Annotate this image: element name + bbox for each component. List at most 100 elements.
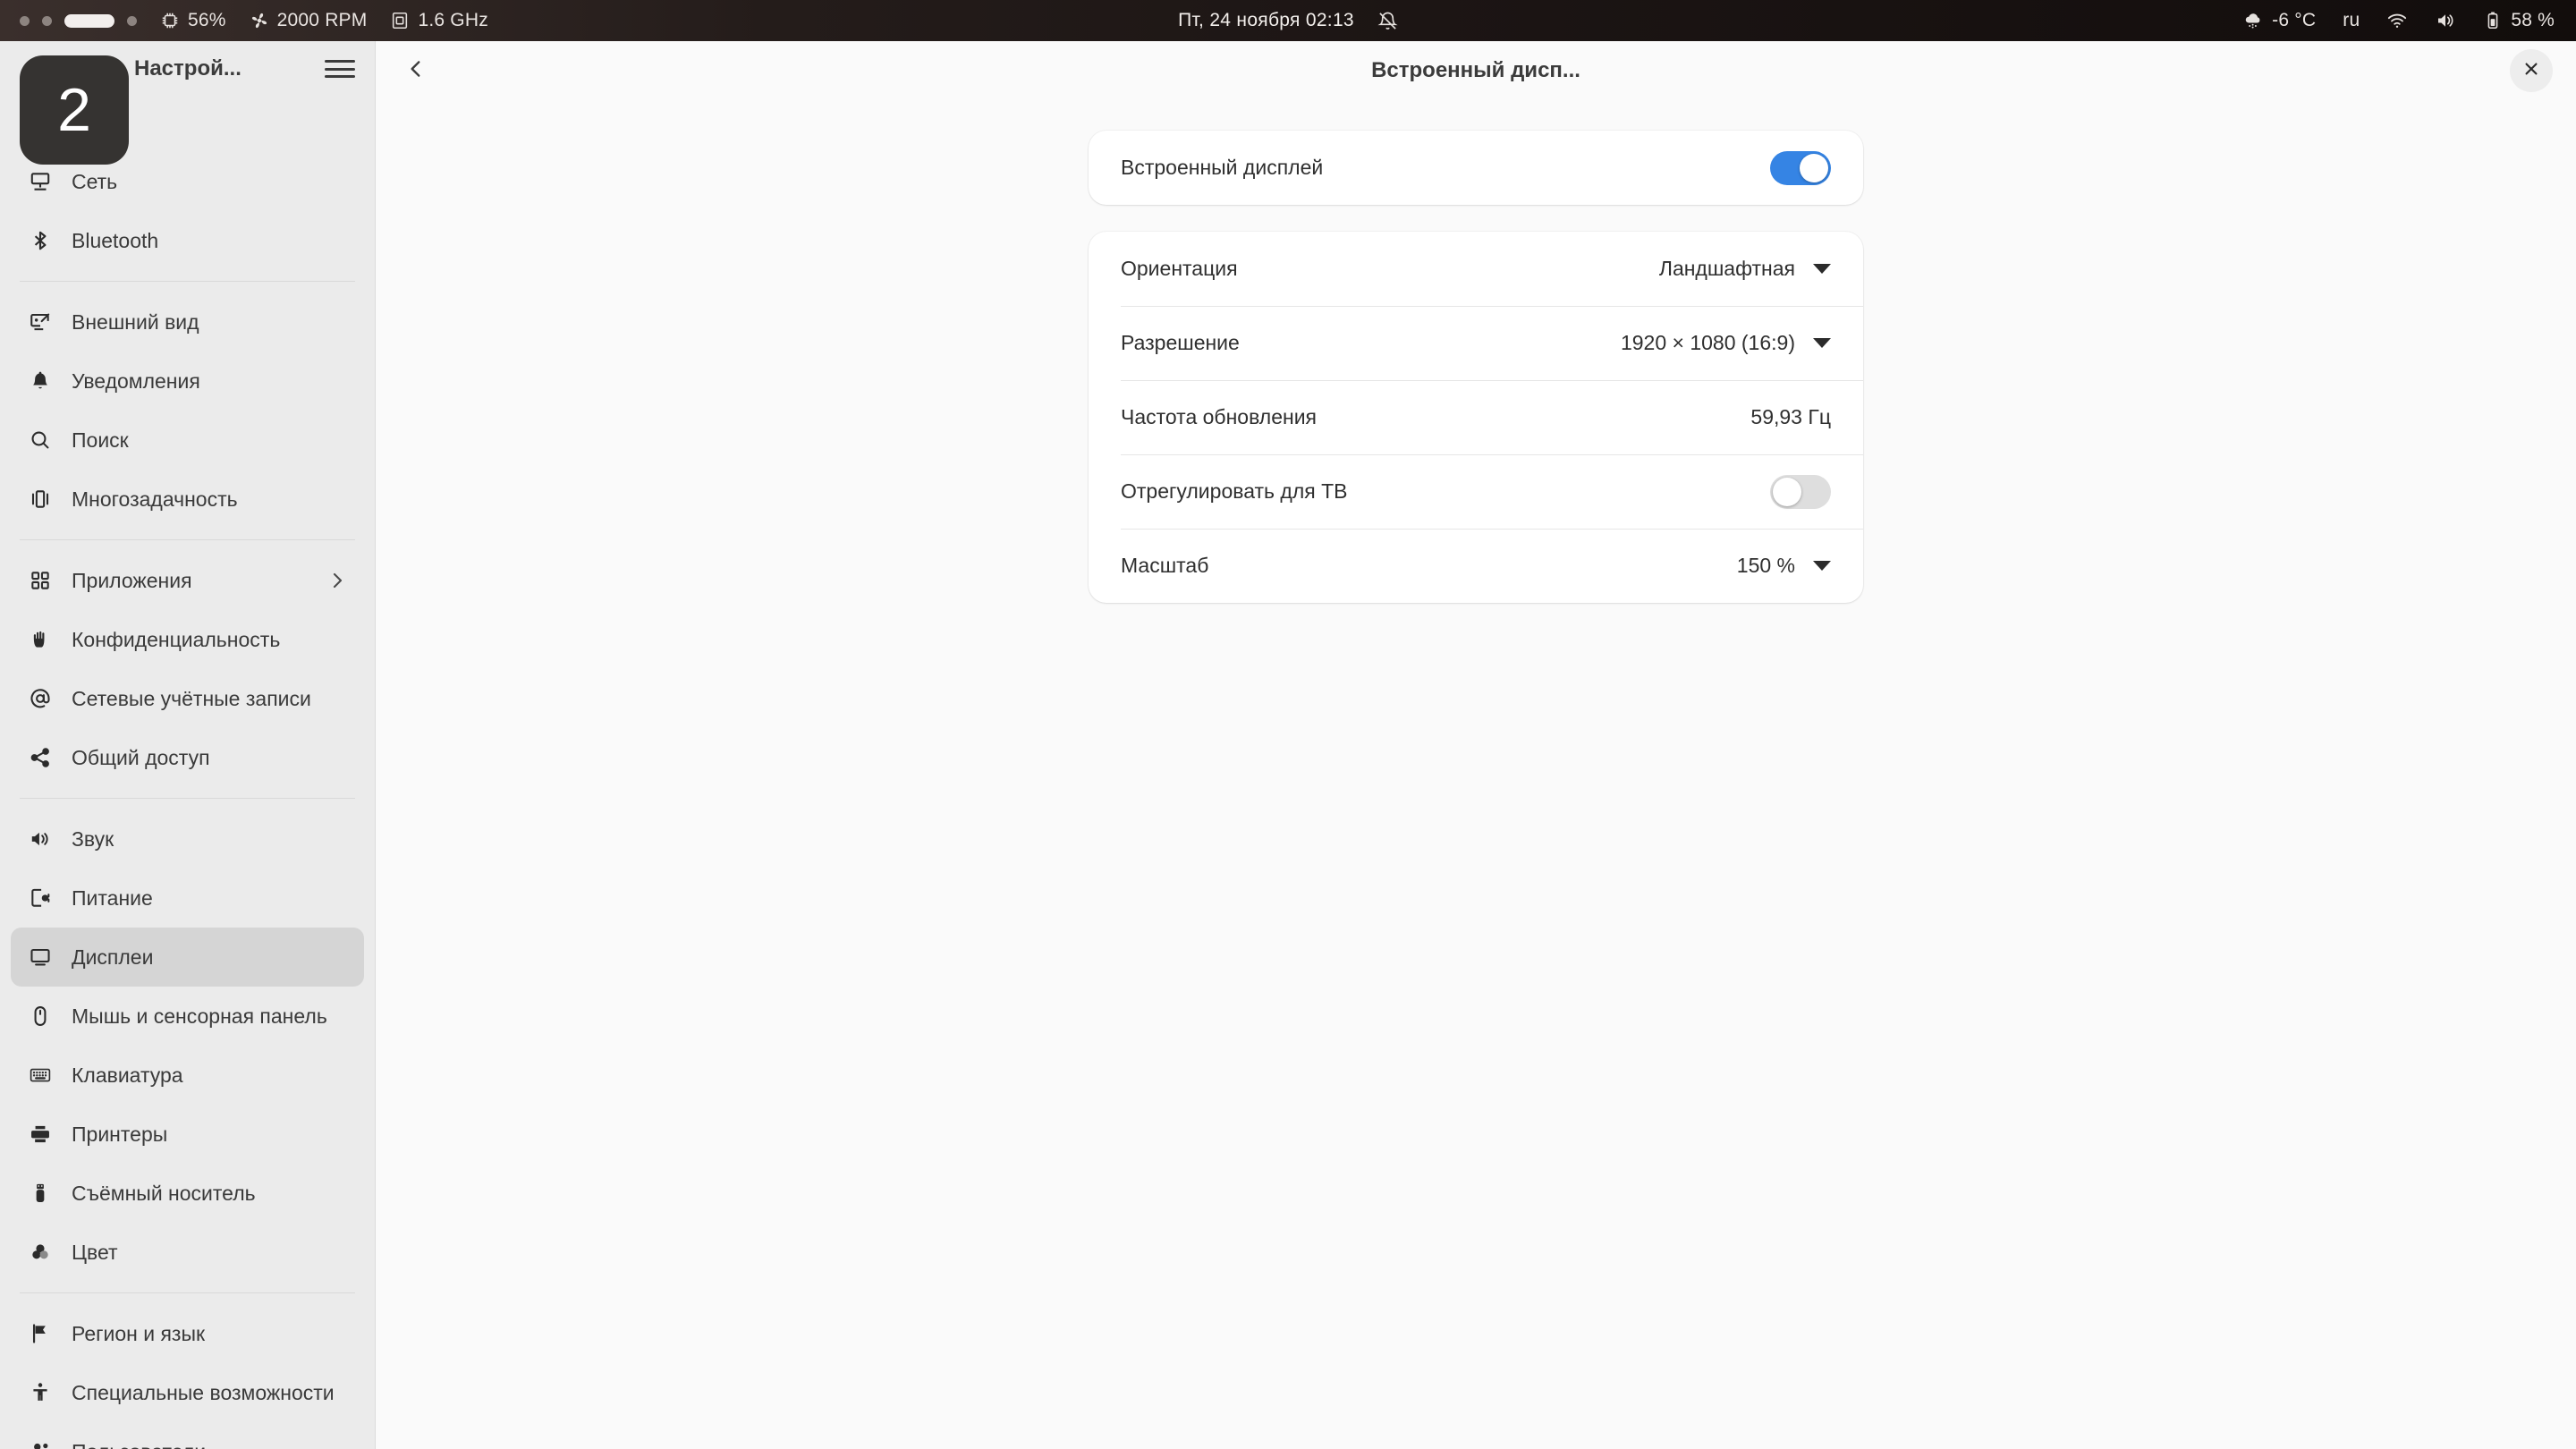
workspace-active-pill[interactable] (64, 13, 114, 28)
sidebar-item-privacy[interactable]: Конфиденциальность (11, 610, 364, 669)
sidebar-item-label: Клавиатура (72, 1063, 183, 1087)
display-icon (27, 944, 54, 970)
sidebar-item-notifications[interactable]: Уведомления (11, 352, 364, 411)
bluetooth-icon (27, 227, 54, 254)
row-label: Масштаб (1121, 554, 1209, 577)
sidebar-item-sound[interactable]: Звук (11, 809, 364, 869)
volume-icon[interactable] (2435, 10, 2456, 31)
usb-drive-icon (27, 1180, 54, 1207)
display-settings-card: Ориентация Ландшафтная Разрешение 1920 ×… (1089, 232, 1863, 603)
row-builtin-display[interactable]: Встроенный дисплей (1089, 131, 1863, 205)
sidebar-divider (20, 798, 355, 799)
main-header: Встроенный дисп... (376, 41, 2576, 100)
row-label: Отрегулировать для ТВ (1121, 479, 1348, 503)
sidebar-item-color[interactable]: Цвет (11, 1223, 364, 1282)
temperature-value: -6 °C (2272, 10, 2317, 30)
bell-icon (27, 368, 54, 394)
chevron-down-icon (1813, 561, 1831, 571)
chevron-down-icon (1813, 338, 1831, 348)
users-icon (27, 1438, 54, 1449)
sidebar-item-printers[interactable]: Принтеры (11, 1105, 364, 1164)
sidebar-item-online-accounts[interactable]: Сетевые учётные записи (11, 669, 364, 728)
row-resolution[interactable]: Разрешение 1920 × 1080 (16:9) (1089, 306, 1863, 380)
refresh-rate-value: 59,93 Гц (1750, 405, 1831, 428)
orientation-value: Ландшафтная (1658, 257, 1795, 280)
workspace-dot[interactable] (20, 15, 30, 26)
sidebar-item-appearance[interactable]: Внешний вид (11, 292, 364, 352)
sidebar-item-label: Цвет (72, 1240, 118, 1264)
row-control[interactable]: Ландшафтная (1659, 257, 1831, 281)
app-badge: 2 (20, 55, 129, 165)
adjust-for-tv-toggle[interactable] (1770, 474, 1831, 509)
row-control[interactable]: 1920 × 1080 (16:9) (1621, 331, 1831, 355)
page-title: Встроенный дисп... (1371, 58, 1580, 82)
search-icon (27, 427, 54, 453)
wifi-icon[interactable] (2386, 10, 2408, 31)
sidebar-item-sharing[interactable]: Общий доступ (11, 728, 364, 787)
bell-disabled-icon[interactable] (1377, 11, 1398, 31)
mouse-icon (27, 1003, 54, 1030)
sidebar-item-mouse-touchpad[interactable]: Мышь и сенсорная панель (11, 987, 364, 1046)
sidebar-item-label: Мышь и сенсорная панель (72, 1004, 327, 1028)
keyboard-icon (27, 1062, 54, 1089)
topbar-left-group: 56% 2000 RPM 1.6 GHz (0, 10, 488, 31)
sidebar-item-label: Сетевые учётные записи (72, 686, 311, 710)
app-badge-label: 2 (57, 76, 91, 144)
sidebar-item-users[interactable]: Пользователи (11, 1422, 364, 1449)
sidebar-item-displays[interactable]: Дисплеи (11, 928, 364, 987)
printer-icon (27, 1121, 54, 1148)
workspace-dot[interactable] (127, 15, 137, 26)
row-scale[interactable]: Масштаб 150 % (1089, 529, 1863, 603)
row-control[interactable]: 150 % (1737, 554, 1831, 578)
toggle-knob (1773, 477, 1801, 506)
builtin-display-toggle[interactable] (1770, 150, 1831, 185)
close-button[interactable] (2510, 49, 2553, 92)
sidebar-item-region-language[interactable]: Регион и язык (11, 1304, 364, 1363)
input-source-indicator[interactable]: ru (2343, 10, 2360, 31)
row-label: Ориентация (1121, 257, 1238, 280)
flag-icon (27, 1320, 54, 1347)
topbar-right-group[interactable]: -6 °C ru 58 % (2242, 0, 2555, 41)
row-adjust-for-tv[interactable]: Отрегулировать для ТВ (1089, 454, 1863, 529)
cpu-indicator[interactable]: 56% (160, 10, 226, 31)
network-icon (27, 168, 54, 195)
sidebar-item-accessibility[interactable]: Специальные возможности (11, 1363, 364, 1422)
sidebar-item-removable-media[interactable]: Съёмный носитель (11, 1164, 364, 1223)
battery-indicator[interactable]: 58 % (2483, 10, 2555, 31)
row-control (1770, 474, 1831, 509)
sidebar-item-keyboard[interactable]: Клавиатура (11, 1046, 364, 1105)
display-enable-card: Встроенный дисплей (1089, 131, 1863, 205)
workspace-indicator[interactable] (20, 13, 137, 28)
sidebar-item-label: Многозадачность (72, 487, 238, 511)
workspace-dot[interactable] (42, 15, 52, 26)
hamburger-menu-icon[interactable] (325, 56, 355, 81)
sidebar-item-bluetooth[interactable]: Bluetooth (11, 211, 364, 270)
sidebar-item-label: Bluetooth (72, 228, 159, 252)
sidebar-item-label: Звук (72, 826, 114, 851)
sidebar-item-search[interactable]: Поиск (11, 411, 364, 470)
sidebar-item-label: Поиск (72, 428, 129, 452)
sidebar-item-power[interactable]: Питание (11, 869, 364, 928)
main-panel: Встроенный дисп... Встроенный дисплей Ор… (376, 41, 2576, 1449)
sidebar-item-label: Дисплеи (72, 945, 154, 969)
row-control (1770, 150, 1831, 185)
sidebar-item-label: Питание (72, 886, 153, 910)
row-label: Разрешение (1121, 331, 1240, 354)
sidebar-divider (20, 539, 355, 540)
battery-icon (2483, 11, 2503, 30)
clock[interactable]: Пт, 24 ноября 02:13 (1178, 10, 1354, 31)
settings-content: Встроенный дисплей Ориентация Ландшафтна… (1089, 131, 1863, 603)
sidebar-item-label: Приложения (72, 568, 192, 592)
sidebar-divider (20, 1292, 355, 1293)
memory-indicator[interactable]: 1.6 GHz (390, 10, 488, 31)
resolution-value: 1920 × 1080 (16:9) (1620, 331, 1795, 354)
chevron-right-icon (326, 570, 348, 591)
fan-indicator[interactable]: 2000 RPM (250, 10, 368, 31)
sidebar-divider (20, 281, 355, 282)
sidebar-item-multitasking[interactable]: Многозадачность (11, 470, 364, 529)
sidebar: 2 Настрой... Сеть Bluetooth Внешний вид … (0, 41, 376, 1449)
sidebar-item-applications[interactable]: Приложения (11, 551, 364, 610)
row-orientation[interactable]: Ориентация Ландшафтная (1089, 232, 1863, 306)
weather-indicator[interactable]: -6 °C (2242, 10, 2316, 31)
cpu-value: 56% (188, 10, 226, 30)
